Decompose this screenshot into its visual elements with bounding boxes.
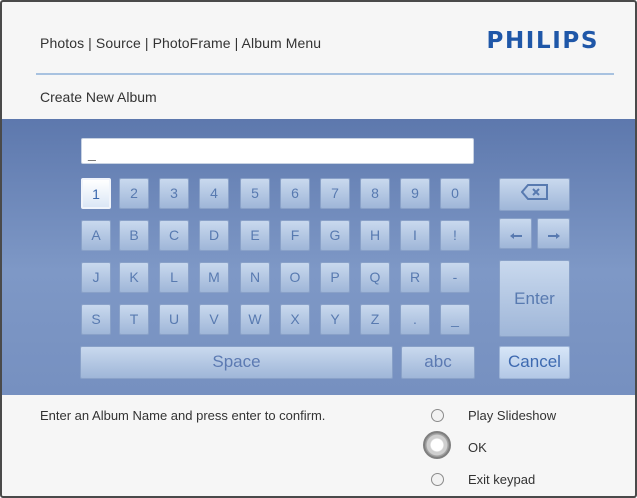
key-t[interactable]: T [119, 304, 149, 335]
key-exclamation[interactable]: ! [440, 220, 470, 251]
space-key[interactable]: Space [80, 346, 393, 379]
key-6[interactable]: 6 [280, 178, 310, 209]
key-m[interactable]: M [199, 262, 229, 293]
left-arrow-key[interactable] [499, 218, 532, 249]
key-p[interactable]: P [320, 262, 350, 293]
abc-key[interactable]: abc [401, 346, 475, 379]
key-9[interactable]: 9 [400, 178, 430, 209]
photo-frame-screen: Photos | Source | PhotoFrame | Album Men… [0, 0, 637, 498]
ok-label[interactable]: OK [468, 440, 487, 455]
key-l[interactable]: L [159, 262, 189, 293]
brand-logo: PHILIPS [486, 28, 599, 54]
backspace-icon [520, 180, 549, 210]
key-3[interactable]: 3 [159, 178, 189, 209]
key-x[interactable]: X [280, 304, 310, 335]
key-r[interactable]: R [400, 262, 430, 293]
key-w[interactable]: W [240, 304, 270, 335]
key-n[interactable]: N [240, 262, 270, 293]
key-y[interactable]: Y [320, 304, 350, 335]
exit-keypad-radio[interactable] [431, 473, 444, 486]
enter-key[interactable]: Enter [499, 260, 570, 337]
key-d[interactable]: D [199, 220, 229, 251]
cancel-button[interactable]: Cancel [499, 346, 570, 379]
key-c[interactable]: C [159, 220, 189, 251]
arrow-left-icon [509, 220, 523, 250]
key-5[interactable]: 5 [240, 178, 270, 209]
key-e[interactable]: E [240, 220, 270, 251]
header: Photos | Source | PhotoFrame | Album Men… [16, 2, 623, 78]
key-7[interactable]: 7 [320, 178, 350, 209]
key-hyphen[interactable]: - [440, 262, 470, 293]
right-arrow-key[interactable] [537, 218, 570, 249]
key-z[interactable]: Z [360, 304, 390, 335]
backspace-key[interactable] [499, 178, 570, 211]
key-a[interactable]: A [81, 220, 111, 251]
header-divider [36, 73, 614, 75]
play-slideshow-label[interactable]: Play Slideshow [468, 408, 556, 423]
key-u[interactable]: U [159, 304, 189, 335]
key-8[interactable]: 8 [360, 178, 390, 209]
key-4[interactable]: 4 [199, 178, 229, 209]
key-g[interactable]: G [320, 220, 350, 251]
key-f[interactable]: F [280, 220, 310, 251]
keyboard-panel: _ 1 2 3 4 5 6 7 8 9 0 A B C D E F G H I … [2, 119, 635, 395]
page-title: Create New Album [40, 89, 157, 105]
exit-keypad-label[interactable]: Exit keypad [468, 472, 535, 487]
key-1[interactable]: 1 [81, 178, 111, 209]
key-k[interactable]: K [119, 262, 149, 293]
ok-radio[interactable] [423, 431, 451, 459]
key-b[interactable]: B [119, 220, 149, 251]
breadcrumb: Photos | Source | PhotoFrame | Album Men… [40, 35, 322, 51]
key-o[interactable]: O [280, 262, 310, 293]
album-name-input[interactable]: _ [81, 138, 474, 164]
key-v[interactable]: V [199, 304, 229, 335]
key-h[interactable]: H [360, 220, 390, 251]
key-0[interactable]: 0 [440, 178, 470, 209]
instruction-text: Enter an Album Name and press enter to c… [40, 408, 326, 423]
arrow-right-icon [547, 220, 561, 250]
key-2[interactable]: 2 [119, 178, 149, 209]
key-j[interactable]: J [81, 262, 111, 293]
key-s[interactable]: S [81, 304, 111, 335]
play-slideshow-radio[interactable] [431, 409, 444, 422]
key-underscore[interactable]: _ [440, 304, 470, 335]
key-q[interactable]: Q [360, 262, 390, 293]
key-i[interactable]: I [400, 220, 430, 251]
key-period[interactable]: . [400, 304, 430, 335]
